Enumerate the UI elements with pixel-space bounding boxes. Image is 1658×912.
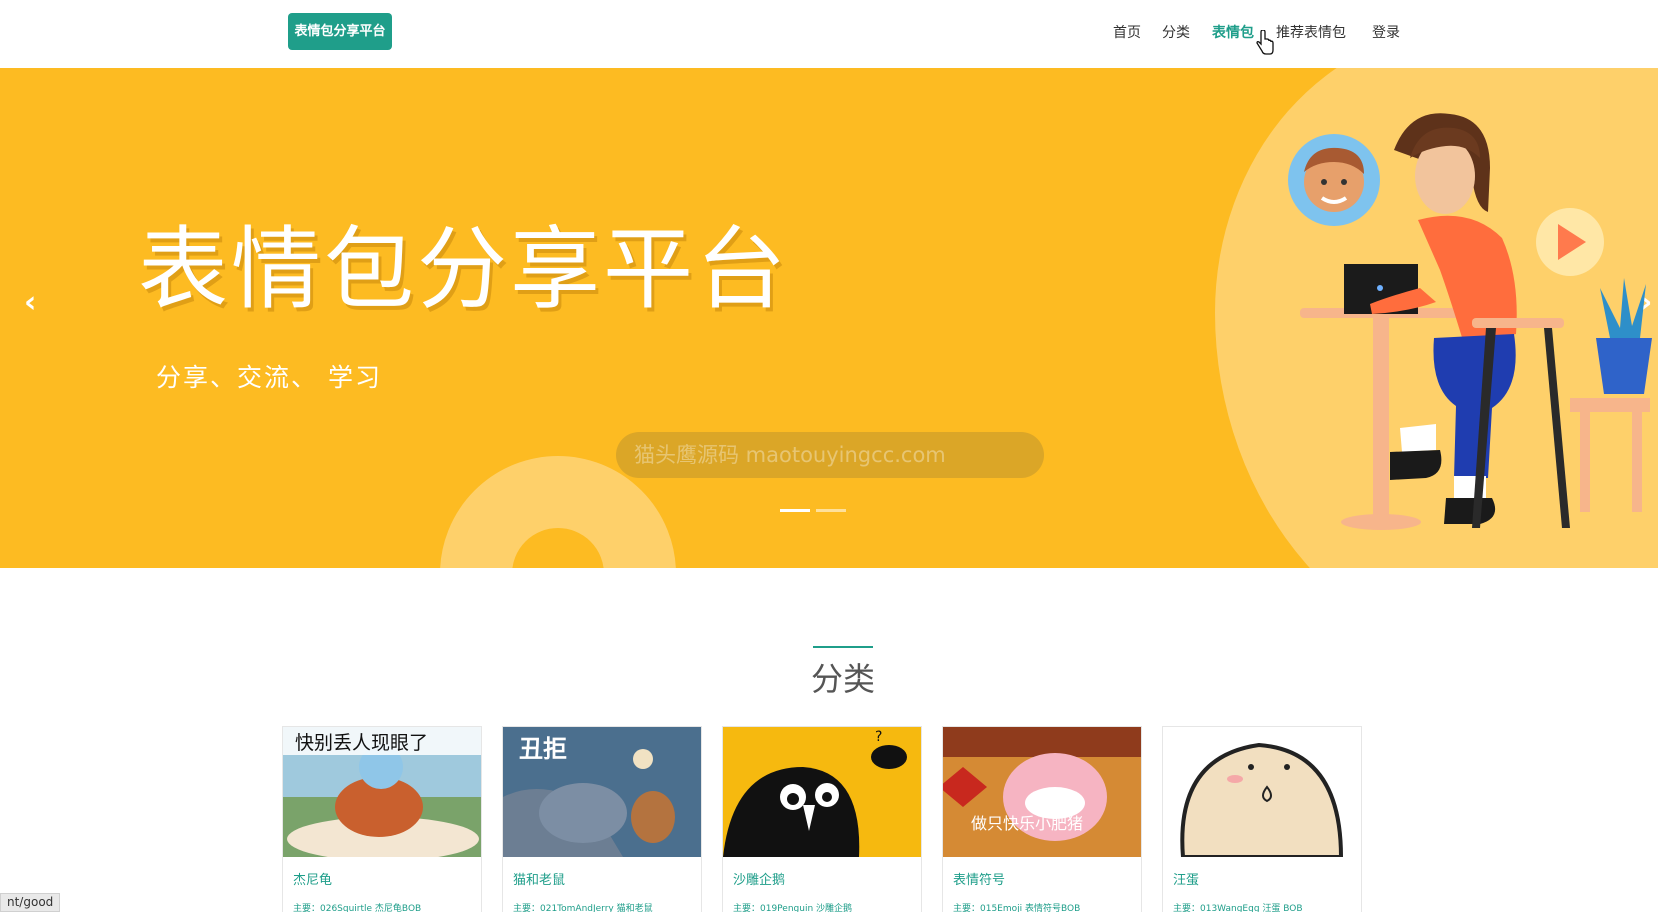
nav-home[interactable]: 首页: [1113, 22, 1141, 44]
carousel-prev-button[interactable]: ‹: [24, 288, 36, 318]
thumbnail-image: [1163, 727, 1361, 857]
carousel-dot[interactable]: [816, 509, 846, 512]
card-description: 主要：026Squirtle 杰尼龟BOB: [293, 904, 422, 912]
brand-logo[interactable]: 表情包分享平台: [288, 13, 392, 50]
category-card[interactable]: 汪蛋 主要：013WangEgg 汪蛋 BOB: [1162, 726, 1362, 912]
nav-login[interactable]: 登录: [1372, 22, 1400, 44]
nav-recommended[interactable]: 推荐表情包: [1276, 22, 1346, 44]
category-card[interactable]: 快别丢人现眼了 杰尼龟 主要：026Squirtle 杰尼龟BOB: [282, 726, 482, 912]
nav-memes[interactable]: 表情包: [1212, 22, 1254, 44]
category-card[interactable]: 做只快乐小肥猪 表情符号 主要：015Emoji 表情符号BOB: [942, 726, 1142, 912]
thumbnail-image: ?: [723, 727, 921, 857]
card-title[interactable]: 汪蛋: [1173, 869, 1199, 888]
thumbnail-image: 快别丢人现眼了: [283, 727, 481, 857]
card-title[interactable]: 猫和老鼠: [513, 869, 565, 888]
thumbnail-image: 丑拒: [503, 727, 701, 857]
hero-title: 表情包分享平台: [138, 217, 789, 322]
watermark: 猫头鹰源码 maotouyingcc.com: [616, 432, 1044, 478]
svg-text:?: ?: [875, 729, 882, 745]
section-divider: [813, 646, 873, 648]
hero-carousel: 表情包分享平台 分享、交流、 学习 猫头鹰源码 maotouyingcc.com…: [0, 68, 1658, 568]
thumbnail-caption: 做只快乐小肥猪: [971, 814, 1083, 833]
card-description: 主要：015Emoji 表情符号BOB: [953, 904, 1081, 912]
thumbnail-caption: 快别丢人现眼了: [295, 732, 428, 754]
thumbnail-image: 做只快乐小肥猪: [943, 727, 1141, 857]
nav-category[interactable]: 分类: [1162, 22, 1190, 44]
hand-cursor-icon: [1256, 30, 1274, 55]
category-card[interactable]: ? 沙雕企鹅 主要：019Penguin 沙雕企鹅: [722, 726, 922, 912]
top-navbar: 表情包分享平台 首页 分类 表情包 推荐表情包 登录: [0, 0, 1658, 68]
card-description: 主要：021TomAndJerry 猫和老鼠: [513, 904, 653, 912]
card-title[interactable]: 沙雕企鹅: [733, 869, 785, 888]
carousel-dot[interactable]: [780, 509, 810, 512]
person-laptop-illustration: [1288, 113, 1652, 530]
card-title[interactable]: 杰尼龟: [293, 869, 332, 888]
card-description: 主要：013WangEgg 汪蛋 BOB: [1173, 904, 1303, 912]
card-description: 主要：019Penguin 沙雕企鹅: [733, 904, 853, 912]
section-title: 分类: [810, 660, 875, 698]
thumbnail-caption: 丑拒: [519, 734, 567, 763]
browser-status-bar: nt/good: [0, 893, 61, 912]
category-card[interactable]: 丑拒 猫和老鼠 主要：021TomAndJerry 猫和老鼠: [502, 726, 702, 912]
card-title[interactable]: 表情符号: [953, 869, 1005, 888]
hero-subtitle: 分享、交流、 学习: [156, 363, 382, 392]
